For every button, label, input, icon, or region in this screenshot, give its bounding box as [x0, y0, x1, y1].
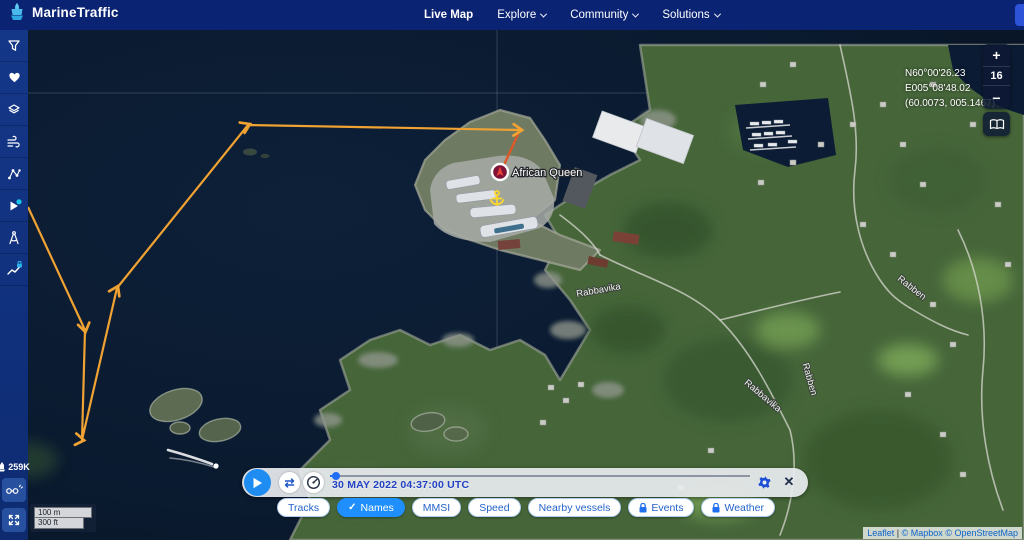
map-book-icon [989, 118, 1005, 131]
density-map-icon[interactable] [0, 158, 28, 190]
toggle-mmsi[interactable]: MMSI [412, 498, 461, 517]
nav-item-explore[interactable]: Explore [497, 9, 546, 21]
toggle-nearby-vessels[interactable]: Nearby vessels [528, 498, 622, 517]
direction-toggle-button[interactable]: ⇄ [279, 472, 300, 493]
chevron-down-icon [540, 10, 547, 17]
timeline-slider[interactable] [330, 475, 750, 477]
toggle-tracks[interactable]: Tracks [277, 498, 330, 517]
brand[interactable]: MarineTraffic [7, 2, 119, 22]
replay-icon[interactable] [0, 190, 28, 222]
check-icon: ✓ [348, 502, 356, 513]
lock-icon [712, 503, 720, 513]
swap-arrows-icon: ⇄ [284, 476, 294, 490]
chevron-down-icon [714, 10, 721, 17]
toggle-names[interactable]: ✓Names [337, 498, 405, 517]
vessel-icon [0, 462, 6, 472]
scale-imperial: 300 ft [34, 518, 84, 529]
nav-menu: Live Map Explore Community Solutions [424, 0, 720, 30]
brand-name: MarineTraffic [32, 5, 119, 20]
marinetraffic-logo-icon [7, 2, 27, 22]
left-toolbar: 259K [0, 30, 28, 540]
zoom-in-button[interactable]: + [983, 44, 1010, 67]
zoom-control: + 16 − [983, 44, 1010, 109]
osm-link[interactable]: © OpenStreetMap [945, 528, 1018, 538]
chevron-down-icon [632, 10, 639, 17]
zoom-level: 16 [983, 67, 1010, 86]
map-canvas: African Queen Rabbavika Rabbavika Rabben… [28, 30, 1024, 540]
wind-icon[interactable] [0, 126, 28, 158]
play-icon [252, 477, 263, 489]
vessel-marker[interactable]: African Queen [492, 164, 582, 180]
close-icon: ✕ [784, 474, 795, 490]
player-settings-button[interactable] [754, 471, 774, 493]
scale-metric: 100 m [34, 507, 92, 518]
top-navbar: MarineTraffic Live Map Explore Community… [0, 0, 1024, 30]
lock-icon [639, 503, 647, 513]
lock-icon [17, 261, 22, 267]
toggle-weather[interactable]: Weather [701, 498, 775, 517]
measure-tool-icon[interactable] [0, 222, 28, 254]
player-close-button[interactable]: ✕ [780, 472, 798, 492]
playback-speed-button[interactable] [303, 472, 324, 493]
mapbox-link[interactable]: © Mapbox [902, 528, 943, 538]
cursor-coordinates: N60°00'26.23 E005°08'48.02 (60.0073, 005… [905, 66, 995, 111]
map-attribution: Leaflet | © Mapbox © OpenStreetMap [863, 527, 1022, 539]
speedometer-icon [306, 475, 321, 490]
nav-item-solutions[interactable]: Solutions [662, 9, 719, 21]
map-scale: 100 m 300 ft [30, 504, 96, 532]
layers-icon[interactable] [0, 94, 28, 126]
play-button[interactable] [244, 469, 271, 496]
filter-icon[interactable] [0, 30, 28, 62]
search-button[interactable]: S [1015, 4, 1024, 26]
nav-item-community[interactable]: Community [570, 9, 638, 21]
playback-timestamp: 30 MAY 2022 04:37:00 UTC [332, 479, 469, 491]
map-option-toggles: Tracks ✓Names MMSI Speed Nearby vessels … [28, 498, 1024, 517]
leaflet-link[interactable]: Leaflet [867, 528, 894, 538]
map-viewport[interactable]: African Queen Rabbavika Rabbavika Rabben… [28, 30, 1024, 540]
heart-icon[interactable] [0, 62, 28, 94]
zoom-out-button[interactable]: − [983, 86, 1010, 109]
route-planner-icon[interactable] [0, 254, 28, 286]
track-player: ⇄ 30 MAY 2022 04:37:00 UTC ✕ [242, 468, 808, 497]
collapse-sidebar-button[interactable] [2, 508, 26, 532]
vessel-name-label: African Queen [512, 167, 582, 179]
basemap-selector-button[interactable] [983, 112, 1010, 136]
nav-item-live-map[interactable]: Live Map [424, 9, 473, 21]
toggle-events[interactable]: Events [628, 498, 694, 517]
toggle-speed[interactable]: Speed [468, 498, 520, 517]
expand-arrows-icon [7, 513, 21, 527]
ar-glasses-button[interactable] [2, 478, 26, 502]
gear-icon [757, 475, 772, 490]
vessel-count-badge[interactable]: 259K [0, 462, 30, 472]
